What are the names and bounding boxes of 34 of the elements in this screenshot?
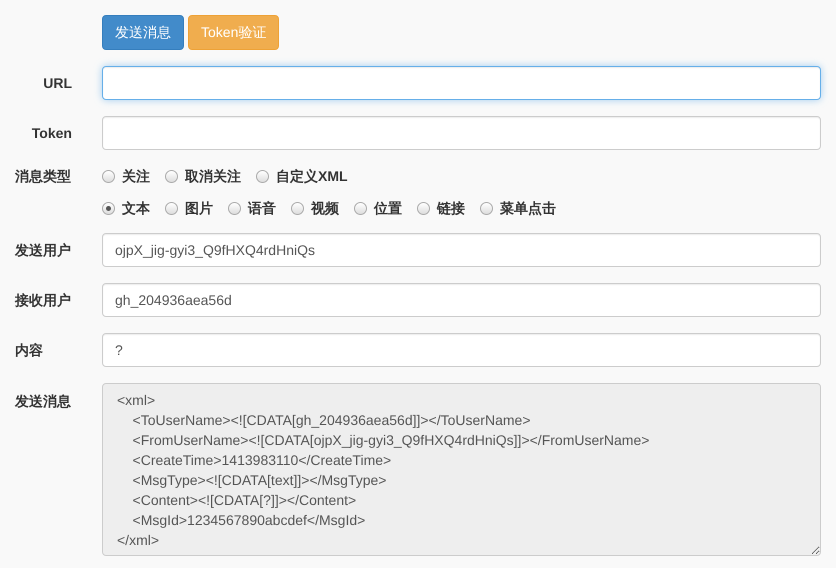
radio-button[interactable] [480, 202, 493, 214]
radio-label: 图片 [185, 198, 213, 218]
radio-button[interactable] [102, 202, 115, 214]
radio-button[interactable] [165, 170, 178, 182]
button[interactable]: 发送消息 [102, 15, 184, 50]
field-label: 消息类型 [14, 167, 72, 186]
radio-label: 关注 [122, 166, 150, 186]
radio-label: 取消关注 [185, 166, 241, 186]
radio-button[interactable] [417, 202, 430, 214]
radio-label: 菜单点击 [500, 198, 556, 218]
radio-label: 位置 [374, 198, 402, 218]
radio-label: 视频 [311, 198, 339, 218]
input-field[interactable]: ojpX_jig-gyi3_Q9fHXQ4rdHniQs [102, 233, 821, 267]
radio-button[interactable] [102, 170, 115, 182]
field-label: 发送消息 [14, 392, 72, 411]
field-label: 内容 [14, 340, 44, 360]
field-label: URL [42, 74, 72, 92]
xml-text-area[interactable]: <xml> <ToUserName><![CDATA[gh_204936aea56d]]></ToUserName> <FromUserName><![CDATA[ojpX_jig-gyi3_Q9fHXQ4rdHniQs]]></FromUserName> <CreateTime>1413983110</CreateTime> <MsgType><![CDATA[text]]></MsgType> <Content><![CDATA[?]]></Content> <MsgId>1234567890abcdef</MsgId> </xml> [102, 383, 821, 556]
input-field[interactable]: ? [102, 333, 821, 367]
radio-button[interactable] [165, 202, 178, 214]
radio-label: 语音 [248, 198, 276, 218]
field-label: Token [30, 124, 72, 142]
radio-button[interactable] [256, 170, 269, 182]
field-label: 发送用户 [14, 240, 72, 260]
radio-label: 文本 [122, 198, 150, 218]
field-label: 接收用户 [14, 290, 72, 310]
radio-button[interactable] [354, 202, 367, 214]
radio-label: 自定义XML [276, 166, 348, 186]
radio-button[interactable] [291, 202, 304, 214]
input-field[interactable] [102, 116, 821, 150]
radio-button[interactable] [228, 202, 241, 214]
input-field[interactable]: gh_204936aea56d [102, 283, 821, 317]
input-field[interactable] [102, 66, 821, 100]
radio-label: 链接 [437, 198, 465, 218]
